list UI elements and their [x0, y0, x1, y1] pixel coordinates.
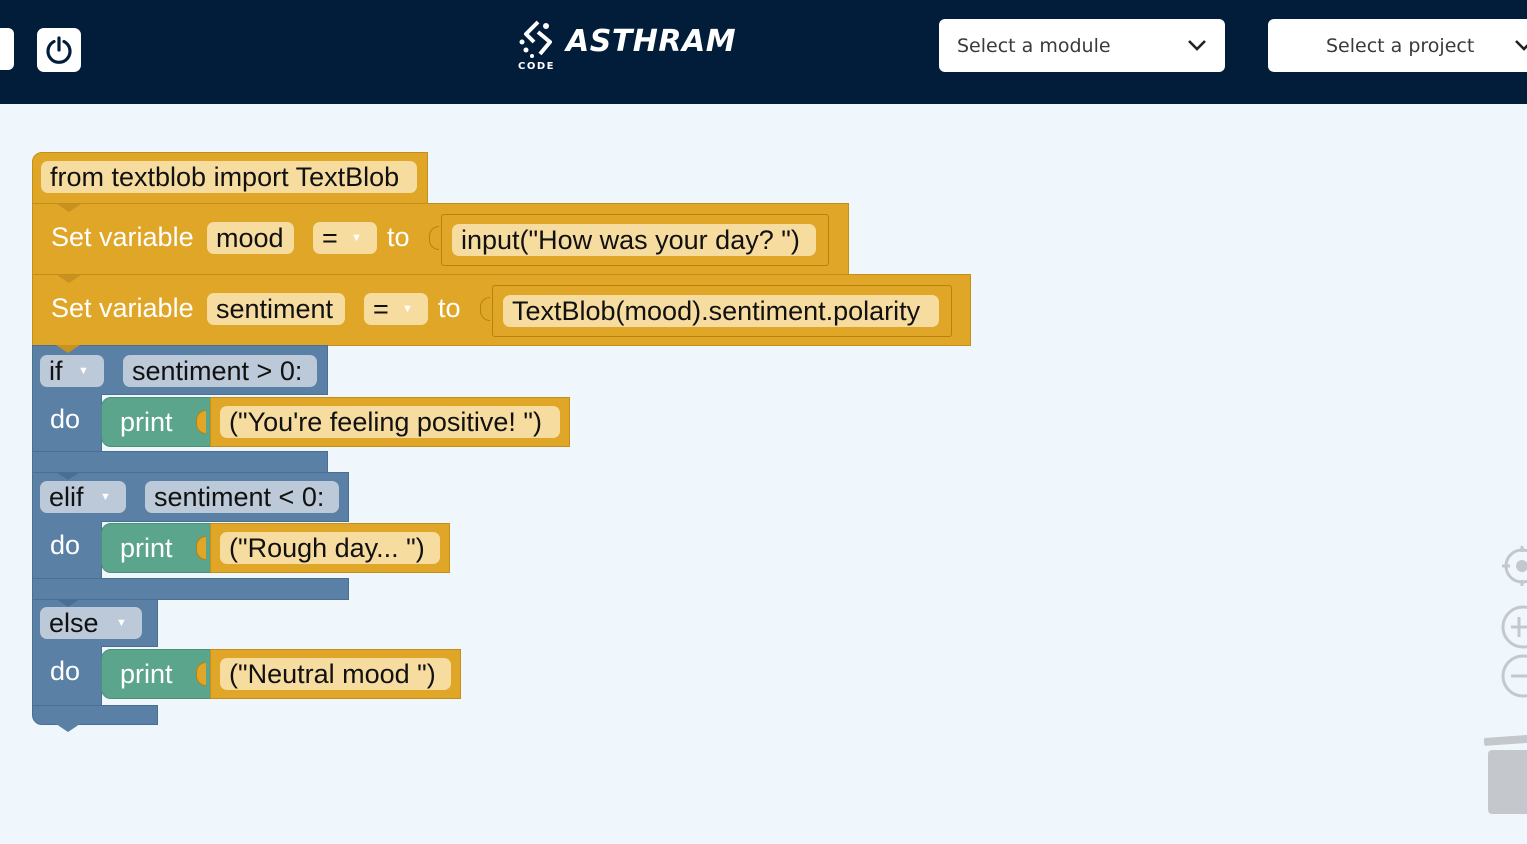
set-variable-label: Set variable: [51, 293, 194, 323]
module-select-label: Select a module: [957, 35, 1111, 57]
chevron-down-icon: [1188, 40, 1206, 51]
chevron-down-icon: [1515, 40, 1527, 51]
do-label: do: [50, 404, 81, 434]
logo-mark-icon: [519, 20, 552, 58]
to-label: to: [438, 293, 461, 323]
block-notch: [57, 275, 81, 283]
zoom-in-icon[interactable]: [1500, 604, 1527, 650]
dropdown-arrow-icon: ▼: [116, 617, 127, 629]
operator-dropdown[interactable]: = ▼: [364, 293, 428, 325]
print-argument-block[interactable]: ("Neutral mood "): [210, 649, 461, 699]
print-label: print: [120, 407, 173, 437]
elif-keyword: elif: [49, 482, 84, 512]
zoom-out-icon[interactable]: [1500, 653, 1527, 699]
to-label: to: [387, 222, 410, 252]
project-select[interactable]: Select a project: [1268, 19, 1527, 72]
input-connector: [196, 662, 206, 686]
print-block[interactable]: print: [101, 523, 211, 573]
else-keyword-dropdown[interactable]: else ▼: [40, 607, 142, 639]
block-notch: [56, 345, 80, 353]
block-notch-bottom: [56, 724, 80, 732]
operator-value: =: [322, 223, 338, 253]
do-label: do: [50, 656, 81, 686]
else-keyword: else: [49, 608, 99, 638]
power-icon: [46, 36, 72, 64]
top-bar: ASTHRAM CODE Select a module Select a pr…: [0, 0, 1527, 104]
elif-condition[interactable]: sentiment < 0:: [145, 481, 339, 513]
value-expression[interactable]: input("How was your day? "): [452, 224, 816, 256]
import-block[interactable]: from textblob import TextBlob: [32, 152, 428, 204]
trash-icon[interactable]: [1482, 734, 1527, 816]
dropdown-arrow-icon: ▼: [100, 491, 111, 503]
do-label: do: [50, 530, 81, 560]
operator-value: =: [373, 294, 389, 324]
power-button[interactable]: [37, 28, 81, 72]
if-condition[interactable]: sentiment > 0:: [123, 355, 317, 387]
set-variable-block-sentiment[interactable]: Set variable sentiment = ▼ to TextBlob(m…: [32, 274, 971, 346]
input-connector: [196, 410, 206, 434]
import-text[interactable]: from textblob import TextBlob: [41, 161, 417, 193]
dropdown-arrow-icon: ▼: [78, 365, 89, 377]
variable-name-field[interactable]: sentiment: [207, 293, 345, 325]
print-argument-block[interactable]: ("Rough day... "): [210, 523, 450, 573]
input-connector: [196, 536, 206, 560]
print-label: print: [120, 533, 173, 563]
print-argument[interactable]: ("You're feeling positive! "): [220, 406, 560, 438]
dropdown-arrow-icon: ▼: [402, 303, 413, 315]
block-notch: [56, 472, 80, 480]
logo-subtitle: CODE: [518, 61, 555, 72]
menu-button[interactable]: [0, 28, 14, 70]
elif-keyword-dropdown[interactable]: elif ▼: [40, 481, 126, 513]
logo-name: ASTHRAM: [566, 24, 737, 59]
print-label: print: [120, 659, 173, 689]
if-keyword-dropdown[interactable]: if ▼: [40, 355, 104, 387]
print-argument[interactable]: ("Rough day... "): [220, 532, 440, 564]
set-variable-label: Set variable: [51, 222, 194, 252]
input-connector: [480, 297, 490, 321]
elif-block-footer: [32, 578, 349, 600]
value-input-slot[interactable]: TextBlob(mood).sentiment.polarity: [492, 285, 952, 337]
variable-name-field[interactable]: mood: [207, 222, 294, 254]
module-select[interactable]: Select a module: [939, 19, 1225, 72]
else-block-footer: [32, 705, 158, 725]
block-notch: [57, 204, 81, 212]
print-block[interactable]: print: [101, 649, 211, 699]
input-connector: [429, 226, 439, 250]
print-argument-block[interactable]: ("You're feeling positive! "): [210, 397, 570, 447]
print-block[interactable]: print: [101, 397, 211, 447]
print-argument[interactable]: ("Neutral mood "): [220, 658, 451, 690]
dropdown-arrow-icon: ▼: [351, 232, 362, 244]
set-variable-block-mood[interactable]: Set variable mood = ▼ to input("How was …: [32, 203, 849, 275]
value-expression[interactable]: TextBlob(mood).sentiment.polarity: [503, 295, 939, 327]
block-notch: [56, 599, 80, 607]
crosshair-icon[interactable]: [1500, 546, 1527, 586]
operator-dropdown[interactable]: = ▼: [313, 222, 377, 254]
asthram-logo: ASTHRAM CODE: [516, 18, 746, 76]
if-block-footer: [32, 451, 328, 473]
value-input-slot[interactable]: input("How was your day? "): [441, 214, 829, 266]
if-keyword: if: [49, 356, 63, 386]
project-select-label: Select a project: [1326, 35, 1475, 57]
